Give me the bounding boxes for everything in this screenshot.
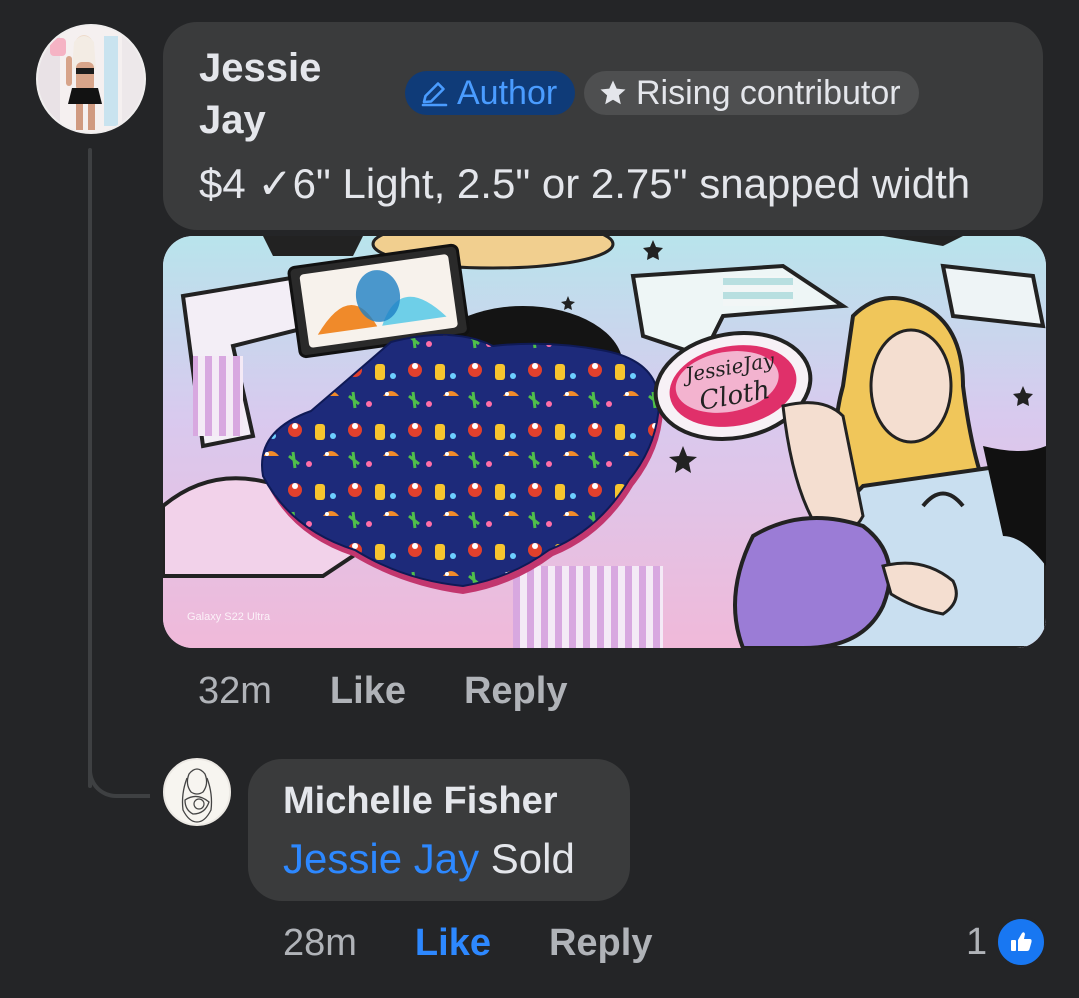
comment-bubble: Jessie Jay Author Rising contributor $4 …	[163, 22, 1043, 230]
reply-author-avatar[interactable]	[163, 758, 231, 826]
author-avatar[interactable]	[36, 24, 146, 134]
reply-reply-button[interactable]: Reply	[549, 922, 652, 965]
reply-mention-link[interactable]: Jessie Jay	[283, 835, 479, 882]
author-avatar-image	[38, 26, 144, 132]
star-icon	[600, 80, 626, 105]
reply-message: Sold	[479, 835, 575, 882]
rising-contributor-badge[interactable]: Rising contributor	[584, 71, 919, 115]
thread-connector-line	[88, 148, 92, 788]
comment-thread: Jessie Jay Author Rising contributor $4 …	[0, 0, 1079, 998]
comment-like-button[interactable]: Like	[330, 670, 406, 713]
reply-timestamp[interactable]: 28m	[283, 922, 357, 965]
comment-text: $4 ✓6" Light, 2.5" or 2.75" snapped widt…	[199, 160, 971, 207]
comment-timestamp[interactable]: 32m	[198, 670, 272, 713]
thread-connector-curve	[88, 752, 150, 798]
author-badge[interactable]: Author	[405, 71, 576, 115]
author-badge-label: Author	[457, 73, 558, 112]
thumbs-up-icon	[995, 916, 1048, 968]
reply-text: Jessie Jay Sold	[283, 833, 575, 885]
pencil-icon	[421, 82, 448, 107]
reply-bubble: Michelle Fisher Jessie Jay Sold	[248, 759, 630, 901]
attachment-watermark: Galaxy S22 Ultra	[187, 611, 271, 623]
comment-reply-button[interactable]: Reply	[464, 670, 567, 713]
reply-author-name[interactable]: Michelle Fisher	[283, 777, 558, 825]
comment-author-last-name: Jay	[199, 98, 266, 142]
rising-contributor-label: Rising contributor	[636, 73, 901, 112]
comment-author-name[interactable]: Jessie Jay	[199, 42, 379, 146]
reply-avatar-line-drawing	[165, 760, 229, 824]
comment-actions: 32m Like Reply	[198, 666, 625, 716]
reply-reaction-summary[interactable]: 1	[966, 916, 1048, 968]
comment-attachment-image[interactable]: JessieJay Cloth Galaxy S22 Ultra	[163, 236, 1046, 648]
attachment-photo: JessieJay Cloth Galaxy S22 Ultra	[163, 236, 1046, 648]
reply-actions: 28m Like Reply	[283, 918, 710, 968]
reply-reaction-count: 1	[966, 920, 988, 963]
comment-author-first-name: Jessie	[199, 46, 322, 90]
reply-like-button[interactable]: Like	[415, 922, 491, 965]
